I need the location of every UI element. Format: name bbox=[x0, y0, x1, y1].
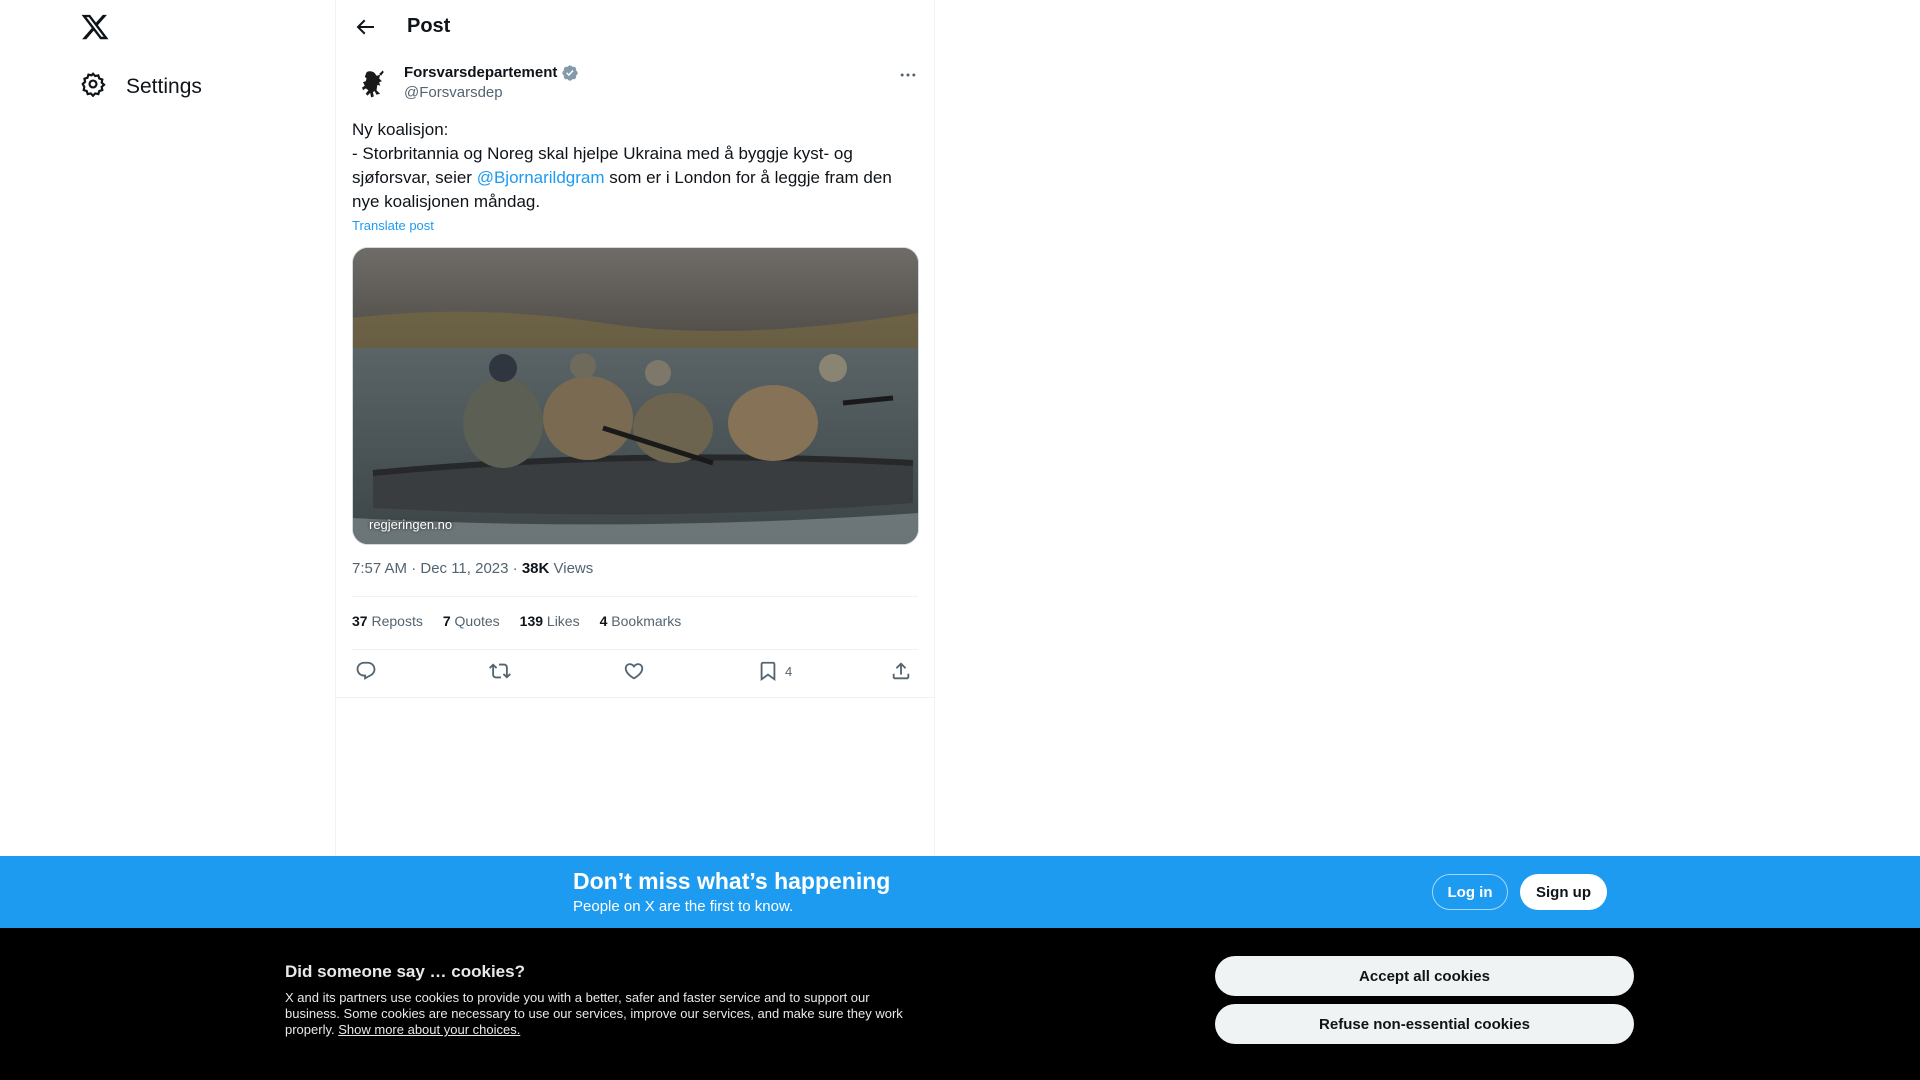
avatar[interactable] bbox=[352, 63, 392, 103]
cookie-consent: Did someone say … cookies? X and its par… bbox=[0, 928, 1920, 1080]
banner-heading: Don’t miss what’s happening bbox=[573, 868, 891, 894]
bookmark-icon bbox=[760, 661, 776, 682]
share-icon bbox=[892, 662, 910, 680]
login-banner: Don’t miss what’s happening People on X … bbox=[0, 856, 1920, 928]
display-name[interactable]: Forsvarsdepartement bbox=[404, 63, 557, 83]
post-author: Forsvarsdepartement @Forsvarsdep bbox=[352, 63, 579, 103]
page-title: Post bbox=[407, 15, 451, 37]
post-text: Ny koalisjon: - Storbritannia og Noreg s… bbox=[352, 118, 918, 214]
repost-button[interactable] bbox=[489, 660, 511, 682]
heart-icon bbox=[624, 663, 644, 680]
divider bbox=[352, 649, 918, 650]
media-source-label: regjeringen.no bbox=[369, 517, 453, 532]
bookmark-count: 4 bbox=[785, 663, 793, 679]
x-logo-icon[interactable] bbox=[80, 12, 110, 42]
divider bbox=[336, 697, 934, 698]
login-button[interactable]: Log in bbox=[1432, 874, 1508, 910]
views-count: 38K bbox=[521, 560, 550, 577]
reposts-count: 37 bbox=[352, 613, 368, 629]
handle[interactable]: @Forsvarsdep bbox=[404, 83, 579, 103]
reply-button[interactable] bbox=[355, 660, 377, 682]
views-label: Views bbox=[549, 560, 594, 577]
sidebar-item-label: Settings bbox=[126, 75, 202, 98]
share-button[interactable] bbox=[890, 660, 912, 682]
gear-icon bbox=[80, 71, 106, 103]
likes-count: 139 bbox=[519, 613, 544, 629]
quotes-label: Quotes bbox=[454, 613, 500, 629]
divider bbox=[352, 596, 918, 597]
like-button[interactable] bbox=[623, 660, 645, 682]
post-image[interactable]: regjeringen.no bbox=[352, 247, 919, 545]
likes-stat[interactable]: 139 Likes bbox=[520, 613, 580, 629]
likes-label: Likes bbox=[546, 613, 580, 629]
accept-cookies-button[interactable]: Accept all cookies bbox=[1215, 956, 1634, 996]
post-text-line: Ny koalisjon: bbox=[352, 120, 449, 139]
signup-button[interactable]: Sign up bbox=[1520, 874, 1607, 910]
bookmarks-label: Bookmarks bbox=[611, 613, 682, 629]
cookie-choices-link[interactable]: Show more about your choices. bbox=[338, 1022, 520, 1037]
repost-icon bbox=[489, 663, 511, 679]
cookie-heading: Did someone say … cookies? bbox=[285, 962, 525, 981]
mention-link[interactable]: @Bjornarildgram bbox=[477, 168, 605, 187]
post-stats: 37 Reposts 7 Quotes 139 Likes 4 Bookmark… bbox=[352, 613, 681, 629]
soldiers-in-boat-image bbox=[353, 248, 918, 544]
post-meta: 7:57 AM · Dec 11, 2023 · 38K Views bbox=[352, 560, 593, 577]
post-header: Post bbox=[336, 0, 934, 53]
reposts-stat[interactable]: 37 Reposts bbox=[352, 613, 423, 629]
verified-badge-icon bbox=[562, 65, 579, 81]
reposts-label: Reposts bbox=[371, 613, 423, 629]
post-text-line: - Storbritannia og Noreg skal hjelpe Ukr… bbox=[352, 142, 918, 214]
reply-icon bbox=[356, 661, 376, 680]
back-arrow-icon[interactable] bbox=[353, 15, 377, 39]
post-actions: 4 bbox=[352, 660, 918, 688]
more-options-icon[interactable] bbox=[898, 65, 918, 85]
post-timestamp[interactable]: 7:57 AM · Dec 11, 2023 · bbox=[352, 560, 522, 577]
refuse-cookies-button[interactable]: Refuse non-essential cookies bbox=[1215, 1004, 1634, 1044]
quotes-stat[interactable]: 7 Quotes bbox=[443, 613, 500, 629]
norwegian-lion-crest-icon bbox=[362, 70, 384, 98]
translate-post-link[interactable]: Translate post bbox=[352, 218, 434, 233]
cookie-body: X and its partners use cookies to provid… bbox=[285, 990, 910, 1038]
bookmarks-count: 4 bbox=[599, 613, 608, 629]
bookmark-button[interactable]: 4 bbox=[757, 660, 792, 682]
sidebar-item-settings[interactable]: Settings bbox=[80, 71, 202, 103]
bookmarks-stat[interactable]: 4 Bookmarks bbox=[600, 613, 682, 629]
banner-subtext: People on X are the first to know. bbox=[573, 898, 794, 915]
quotes-count: 7 bbox=[442, 613, 451, 629]
